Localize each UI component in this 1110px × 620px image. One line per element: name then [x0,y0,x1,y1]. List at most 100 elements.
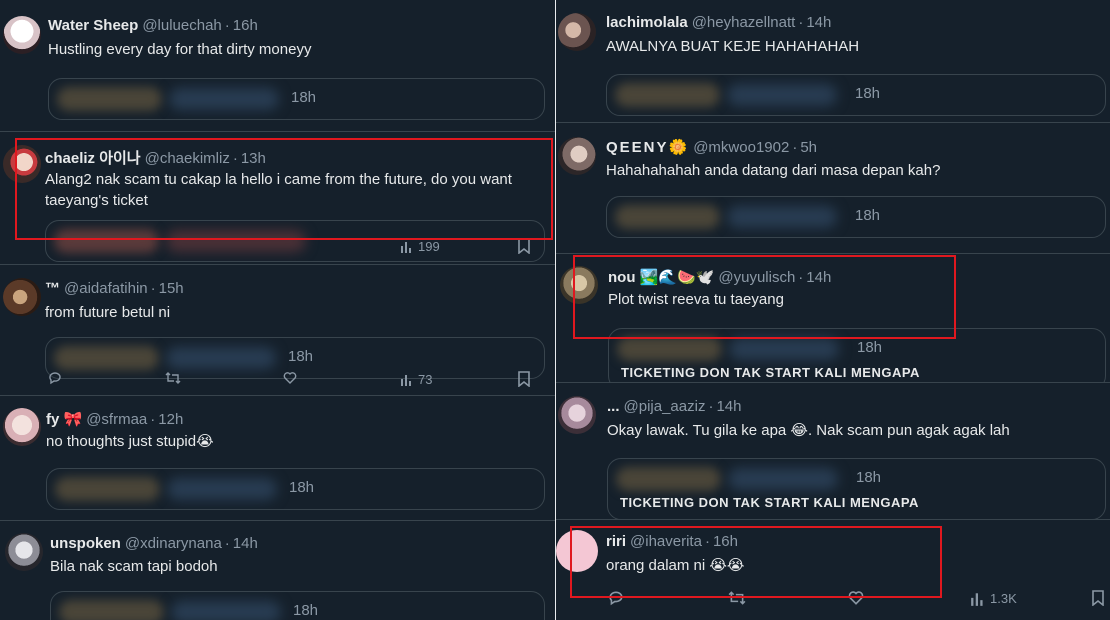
tweet-time[interactable]: 14h [716,398,741,415]
quote-time: 18h [291,89,317,106]
quote-time: 18h [289,479,315,496]
author-handle[interactable]: @chaekimliz [145,150,230,167]
author-handle[interactable]: @aidafatihin [64,280,148,297]
reply-button[interactable] [48,371,62,385]
views-count: 199 [418,239,440,254]
quoted-tweet[interactable]: 18h [48,78,545,120]
tweet-time[interactable]: 16h [233,17,258,34]
quote-time: 18h [857,339,883,356]
quote-time: 18h [288,348,314,365]
bookmark-button[interactable] [517,371,531,387]
bookmark-icon [518,238,530,254]
views-count: 73 [418,372,433,387]
separator-dot: · [224,535,230,552]
author-name[interactable]: riri [606,533,626,550]
author-name[interactable]: nou 🏞️🌊🍉🕊️ [608,269,714,286]
author-handle[interactable]: @pija_aaziz [624,398,706,415]
tweet[interactable]: ... @pija_aaziz · 14h Okay lawak. Tu gila k… [556,383,1110,520]
tweet[interactable]: lachimolala @heyhazellnatt · 14h AWALNYA BU… [556,0,1110,123]
quote-time: 18h [855,85,881,102]
tweet-text: Okay lawak. Tu gila ke apa 😂. Nak scam p… [607,422,1010,439]
author-name[interactable]: unspoken [50,535,121,552]
tweet-time[interactable]: 12h [158,411,183,428]
author-handle[interactable]: @xdinarynana [125,535,222,552]
retweet-button[interactable] [165,371,181,385]
avatar[interactable] [3,278,41,316]
quoted-tweet[interactable]: 18h TICKETING DON TAK START KALI MENGAPA [608,328,1106,382]
avatar[interactable] [560,266,598,304]
tweet[interactable]: Water Sheep @luluechah · 16h Hustling every… [0,0,555,132]
separator-dot: · [232,150,238,167]
views-button[interactable]: 73 [400,371,432,389]
quoted-tweet[interactable]: 18h [606,196,1106,238]
bookmark-button[interactable] [1091,590,1105,606]
tweet-text: Hahahahahah anda datang dari masa depan … [606,162,941,179]
separator-dot: · [708,398,714,415]
retweet-button[interactable] [728,590,746,606]
avatar[interactable] [3,408,41,446]
tweet-text: from future betul ni [45,304,171,321]
separator-dot: · [792,139,798,156]
like-button[interactable] [848,590,864,606]
blurred-quote-avatar [615,83,720,107]
separator-dot: · [150,411,156,428]
avatar[interactable] [558,396,596,434]
blurred-quote-avatar [55,477,160,501]
avatar[interactable] [3,145,41,183]
tweet-time[interactable]: 16h [713,533,738,550]
avatar[interactable] [558,137,596,175]
author-handle[interactable]: @luluechah [142,17,221,34]
avatar[interactable] [3,16,41,54]
retweet-icon [728,591,746,605]
author-name[interactable]: ... [607,398,620,415]
author-name[interactable]: Water Sheep [48,17,138,34]
tweet-time[interactable]: 14h [806,14,831,31]
views-count: 1.3K [990,591,1017,606]
reply-button[interactable] [608,590,624,606]
author-handle[interactable]: @heyhazellnatt [692,14,796,31]
author-handle[interactable]: @yuyulisch [718,269,795,286]
tweet-time[interactable]: 14h [233,535,258,552]
author-name[interactable]: ™ [45,280,60,297]
avatar[interactable] [5,533,43,571]
tweet[interactable]: ™ @aidafatihin · 15h from future betul ni 1… [0,265,555,396]
author-handle[interactable]: @mkwoo1902 [693,139,789,156]
quoted-tweet[interactable]: 18h [606,74,1106,116]
author-name[interactable]: chaeliz 아이나 [45,150,141,167]
tweet-time[interactable]: 15h [159,280,184,297]
blurred-quote-avatar [57,87,162,111]
views-button[interactable]: 199 [400,238,440,256]
blurred-quote-avatar [615,205,720,229]
tweet[interactable]: riri @ihaverita · 16h orang dalam ni 😭😭 1.3… [556,520,1110,620]
bookmark-button[interactable] [517,238,531,254]
blurred-quote-name [729,338,839,360]
tweet-time[interactable]: 5h [800,139,817,156]
tweet[interactable]: nou 🏞️🌊🍉🕊️ @yuyulisch · 14h Plot twist reev… [556,254,1110,383]
quoted-tweet[interactable]: 18h TICKETING DON TAK START KALI MENGAPA [607,458,1106,519]
author-name[interactable]: lachimolala [606,14,688,31]
views-button[interactable]: 1.3K [970,590,1017,608]
tweet[interactable]: chaeliz 아이나 @chaekimliz · 13h Alang2 nak sc… [0,132,555,265]
author-handle[interactable]: @sfrmaa [86,411,147,428]
avatar[interactable] [556,530,598,572]
tweet-time[interactable]: 14h [806,269,831,286]
quoted-tweet[interactable]: 18h [46,468,545,510]
quote-text-snippet: TICKETING DON TAK START KALI MENGAPA [621,365,920,380]
like-icon [283,372,297,384]
tweet[interactable]: unspoken @xdinarynana · 14h Bila nak scam t… [0,521,555,620]
avatar[interactable] [558,13,596,51]
author-name[interactable]: fy 🎀 [46,411,82,428]
tweet-time[interactable]: 13h [241,150,266,167]
author-name[interactable]: QEENY🌼 [606,139,689,156]
separator-dot: · [798,14,804,31]
quote-time: 18h [855,207,881,224]
quoted-tweet[interactable]: 18h [50,591,545,620]
tweet[interactable]: fy 🎀 @sfrmaa · 12h no thoughts just stupid😭… [0,396,555,521]
tweet[interactable]: QEENY🌼 @mkwoo1902 · 5h Hahahahahah anda dat… [556,123,1110,254]
bookmark-icon [1092,590,1104,606]
blurred-quote-avatar [616,467,721,491]
like-button[interactable] [283,371,297,385]
retweet-icon [165,372,181,384]
blurred-quote-name [727,84,837,106]
author-handle[interactable]: @ihaverita [630,533,702,550]
